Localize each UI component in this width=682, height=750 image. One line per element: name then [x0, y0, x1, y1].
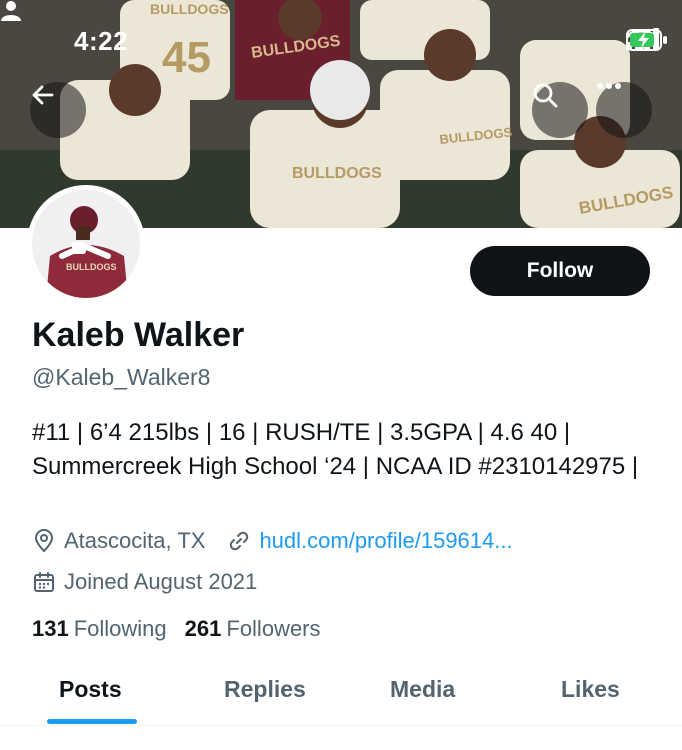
following-label: Following: [73, 616, 167, 641]
search-button[interactable]: [532, 82, 588, 138]
tab-media[interactable]: Media: [390, 676, 455, 703]
follow-stats: 131 Following 261 Followers: [32, 616, 321, 642]
follow-button[interactable]: Follow: [470, 246, 650, 296]
profile-meta-location-link: Atascocita, TX hudl.com/profile/159614..…: [32, 528, 513, 554]
profile-tabs: Posts Replies Media Likes: [0, 664, 682, 726]
profile-link[interactable]: hudl.com/profile/159614...: [227, 528, 513, 554]
profile-location: Atascocita, TX: [64, 528, 206, 553]
profile-name: Kaleb Walker: [32, 316, 245, 354]
profile-joined-row: Joined August 2021: [32, 569, 257, 595]
following-link[interactable]: 131 Following: [32, 616, 167, 642]
calendar-icon: [32, 570, 56, 594]
banner-jersey-text-5: BULLDOGS: [150, 1, 229, 17]
more-options-button[interactable]: [596, 82, 652, 138]
link-icon: [227, 529, 251, 553]
person-icon: [1, 1, 21, 21]
profile-link-text[interactable]: hudl.com/profile/159614...: [259, 528, 512, 554]
followers-count: 261: [184, 616, 222, 641]
tab-posts[interactable]: Posts: [59, 676, 122, 703]
avatar[interactable]: BULLDOGS: [27, 185, 145, 303]
status-time: 4:22: [74, 26, 129, 56]
following-count: 131: [32, 616, 69, 641]
followers-link[interactable]: 261 Followers: [185, 616, 321, 642]
banner-jersey-text-2: BULLDOGS: [292, 165, 382, 182]
profile-joined: Joined August 2021: [64, 569, 258, 594]
banner-jersey-number: 45: [162, 33, 211, 82]
followers-label: Followers: [226, 616, 321, 641]
avatar-photo: BULLDOGS: [32, 190, 140, 298]
back-button[interactable]: [30, 82, 86, 138]
more-icon: [597, 83, 621, 89]
profile-handle: @Kaleb_Walker8: [32, 364, 211, 390]
search-icon: [533, 83, 558, 108]
active-tab-indicator: [47, 719, 137, 724]
battery-icon: [626, 29, 667, 51]
tab-replies[interactable]: Replies: [224, 676, 306, 703]
profile-bio: #11 | 6’4 215lbs | 16 | RUSH/TE | 3.5GPA…: [32, 419, 639, 480]
avatar-jersey-text: BULLDOGS: [66, 262, 117, 272]
tab-likes[interactable]: Likes: [561, 676, 620, 703]
back-arrow-icon: [32, 85, 54, 105]
location-pin-icon: [32, 529, 56, 553]
